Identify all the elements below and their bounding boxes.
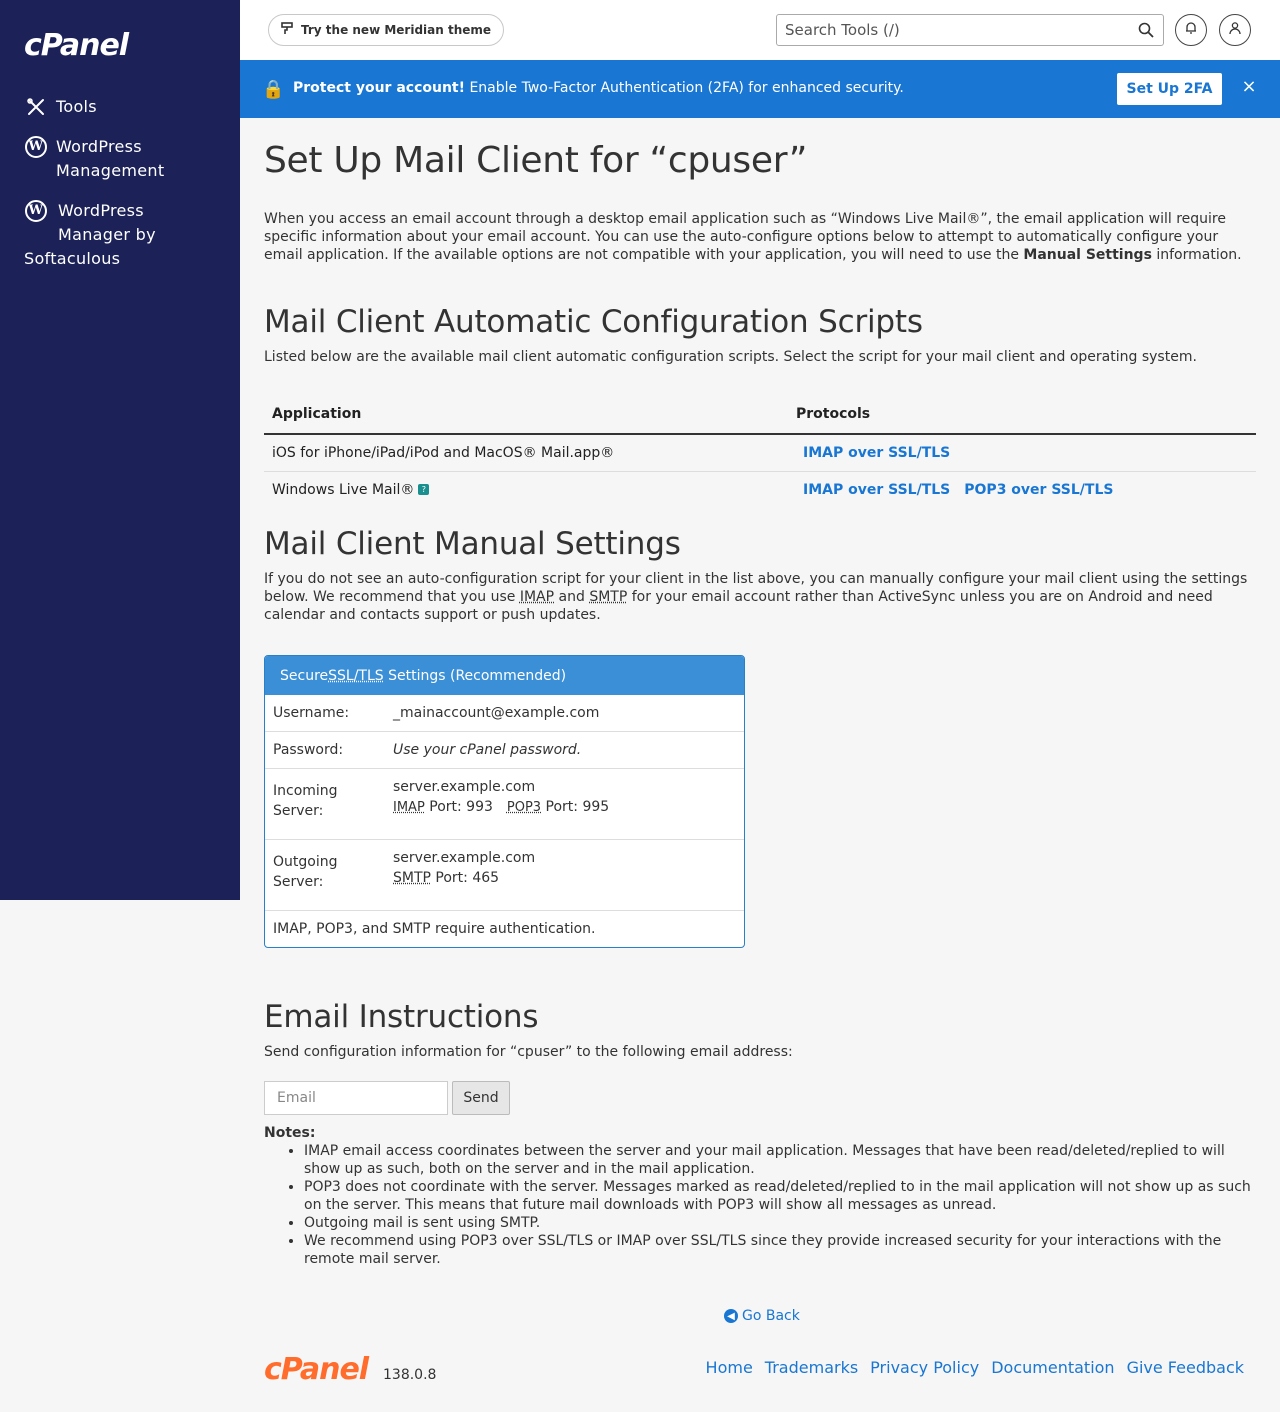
search-tools [776, 14, 1164, 46]
password-value: Use your cPanel password. [393, 742, 582, 758]
username-value: _mainaccount@example.com [393, 705, 600, 721]
auto-config-table: Application Protocols iOS for iPhone/iPa… [264, 394, 1256, 508]
manual-settings-heading: Mail Client Manual Settings [264, 526, 681, 562]
sidebar-item-wordpress-manager-softaculous[interactable]: W WordPress Manager by [24, 199, 156, 247]
cpanel-logo[interactable]: cPanel [24, 28, 129, 63]
auth-note: IMAP, POP3, and SMTP require authenticat… [273, 921, 596, 937]
incoming-server-value: server.example.com [393, 779, 536, 795]
username-row: Username: _mainaccount@example.com [265, 695, 744, 731]
manual-settings-description: If you do not see an auto-configuration … [264, 571, 1248, 623]
smtp-abbr: SMTP [589, 589, 628, 605]
username-label: Username: [273, 705, 350, 721]
search-input[interactable] [777, 15, 1117, 45]
ssl-settings-panel: Secure SSL/TLS Settings (Recommended) Us… [264, 655, 745, 948]
tools-icon [24, 95, 48, 119]
column-header-protocols: Protocols [788, 394, 1256, 435]
banner-text: Enable Two-Factor Authentication (2FA) f… [465, 80, 904, 96]
list-item: We recommend using POP3 over SSL/TLS or … [304, 1232, 1256, 1268]
footer-link-documentation[interactable]: Documentation [991, 1358, 1114, 1377]
imap-abbr: IMAP [519, 589, 555, 605]
email-instructions-heading: Email Instructions [264, 999, 539, 1035]
sidebar: cPanel Tools W WordPress Management W Wo… [0, 0, 240, 900]
pop3-ssl-link[interactable]: POP3 over SSL/TLS [964, 482, 1113, 498]
go-back-link[interactable]: ◀ Go Back [724, 1308, 800, 1324]
auto-config-heading: Mail Client Automatic Configuration Scri… [264, 304, 923, 340]
user-icon [1228, 21, 1242, 39]
footer-links: Home Trademarks Privacy Policy Documenta… [706, 1358, 1244, 1377]
wordpress-icon: W [24, 199, 48, 223]
table-header-row: Application Protocols [264, 394, 1256, 435]
list-item: POP3 does not coordinate with the server… [304, 1178, 1256, 1214]
help-icon[interactable]: ? [418, 484, 430, 496]
email-instructions-description: Send configuration information for “cpus… [264, 1044, 793, 1060]
page-title: Set Up Mail Client for “cpuser” [264, 140, 808, 181]
footer-link-give-feedback[interactable]: Give Feedback [1127, 1358, 1244, 1377]
sidebar-item-tools[interactable]: Tools [24, 95, 97, 119]
footer-link-home[interactable]: Home [706, 1358, 753, 1377]
footer-link-trademarks[interactable]: Trademarks [765, 1358, 858, 1377]
app-name: Windows Live Mail® [272, 481, 415, 498]
list-item: Outgoing mail is sent using SMTP. [304, 1214, 1256, 1232]
outgoing-server-row: Outgoing Server: server.example.com SMTP … [265, 839, 744, 910]
two-factor-banner: 🔒 Protect your account! Enable Two-Facto… [240, 60, 1280, 118]
outgoing-server-value: server.example.com [393, 850, 536, 866]
version: 138.0.8 [383, 1367, 437, 1383]
incoming-ports: IMAP Port: 993 POP3 Port: 995 [393, 799, 610, 815]
notes: Notes: IMAP email access coordinates bet… [264, 1124, 1256, 1268]
intro-text: When you access an email account through… [264, 211, 1242, 263]
notes-label: Notes: [264, 1125, 316, 1141]
list-item: IMAP email access coordinates between th… [304, 1142, 1256, 1178]
banner-message: Protect your account! Enable Two-Factor … [293, 80, 904, 96]
column-header-application: Application [264, 394, 788, 435]
incoming-server-row: Incoming Server: server.example.com IMAP … [265, 768, 744, 839]
send-button[interactable]: Send [452, 1081, 510, 1115]
outgoing-port: SMTP Port: 465 [393, 870, 500, 886]
sidebar-item-label: WordPress [56, 137, 142, 156]
email-field[interactable] [264, 1081, 448, 1115]
notes-list: IMAP email access coordinates between th… [304, 1142, 1256, 1268]
password-label: Password: [273, 742, 344, 758]
password-row: Password: Use your cPanel password. [265, 731, 744, 768]
user-menu-button[interactable] [1219, 14, 1251, 46]
imap-ssl-link[interactable]: IMAP over SSL/TLS [803, 482, 950, 498]
sidebar-item-wordpress-management[interactable]: W WordPress Management [24, 135, 164, 183]
footer-cpanel-logo: cPanel [264, 1352, 369, 1387]
sidebar-item-label: WordPress [58, 201, 144, 220]
footer-link-privacy-policy[interactable]: Privacy Policy [870, 1358, 979, 1377]
search-icon[interactable] [1137, 21, 1155, 39]
try-meridian-theme-label: Try the new Meridian theme [301, 23, 492, 37]
arrow-left-icon: ◀ [724, 1309, 738, 1323]
table-row: Windows Live Mail®? IMAP over SSL/TLS POP… [264, 471, 1256, 508]
set-up-2fa-button[interactable]: Set Up 2FA [1117, 73, 1222, 105]
sidebar-item-label: Management [56, 161, 165, 180]
notifications-button[interactable] [1175, 14, 1207, 46]
lock-icon: 🔒 [262, 79, 285, 100]
try-meridian-theme-button[interactable]: Try the new Meridian theme [268, 14, 505, 46]
wordpress-icon: W [24, 135, 48, 159]
imap-ssl-link[interactable]: IMAP over SSL/TLS [803, 445, 950, 461]
sidebar-item-label: Tools [56, 97, 97, 116]
panel-heading: Secure SSL/TLS Settings (Recommended) [265, 656, 744, 695]
go-back-label: Go Back [742, 1308, 800, 1324]
outgoing-server-label: Outgoing Server: [273, 854, 338, 890]
paint-roller-icon [281, 21, 293, 39]
sidebar-item-label: Manager by [58, 225, 156, 244]
sidebar-item-label[interactable]: Softaculous [24, 247, 120, 271]
auth-note-row: IMAP, POP3, and SMTP require authenticat… [265, 910, 744, 947]
incoming-server-label: Incoming Server: [273, 783, 338, 819]
close-icon[interactable]: × [1240, 76, 1258, 97]
top-bar: Try the new Meridian theme [240, 0, 1280, 60]
bell-icon [1184, 21, 1198, 39]
banner-strong: Protect your account! [293, 80, 465, 96]
auto-config-description: Listed below are the available mail clie… [264, 349, 1197, 365]
app-name: iOS for iPhone/iPad/iPod and MacOS® Mail… [264, 434, 788, 472]
table-row: iOS for iPhone/iPad/iPod and MacOS® Mail… [264, 434, 1256, 472]
